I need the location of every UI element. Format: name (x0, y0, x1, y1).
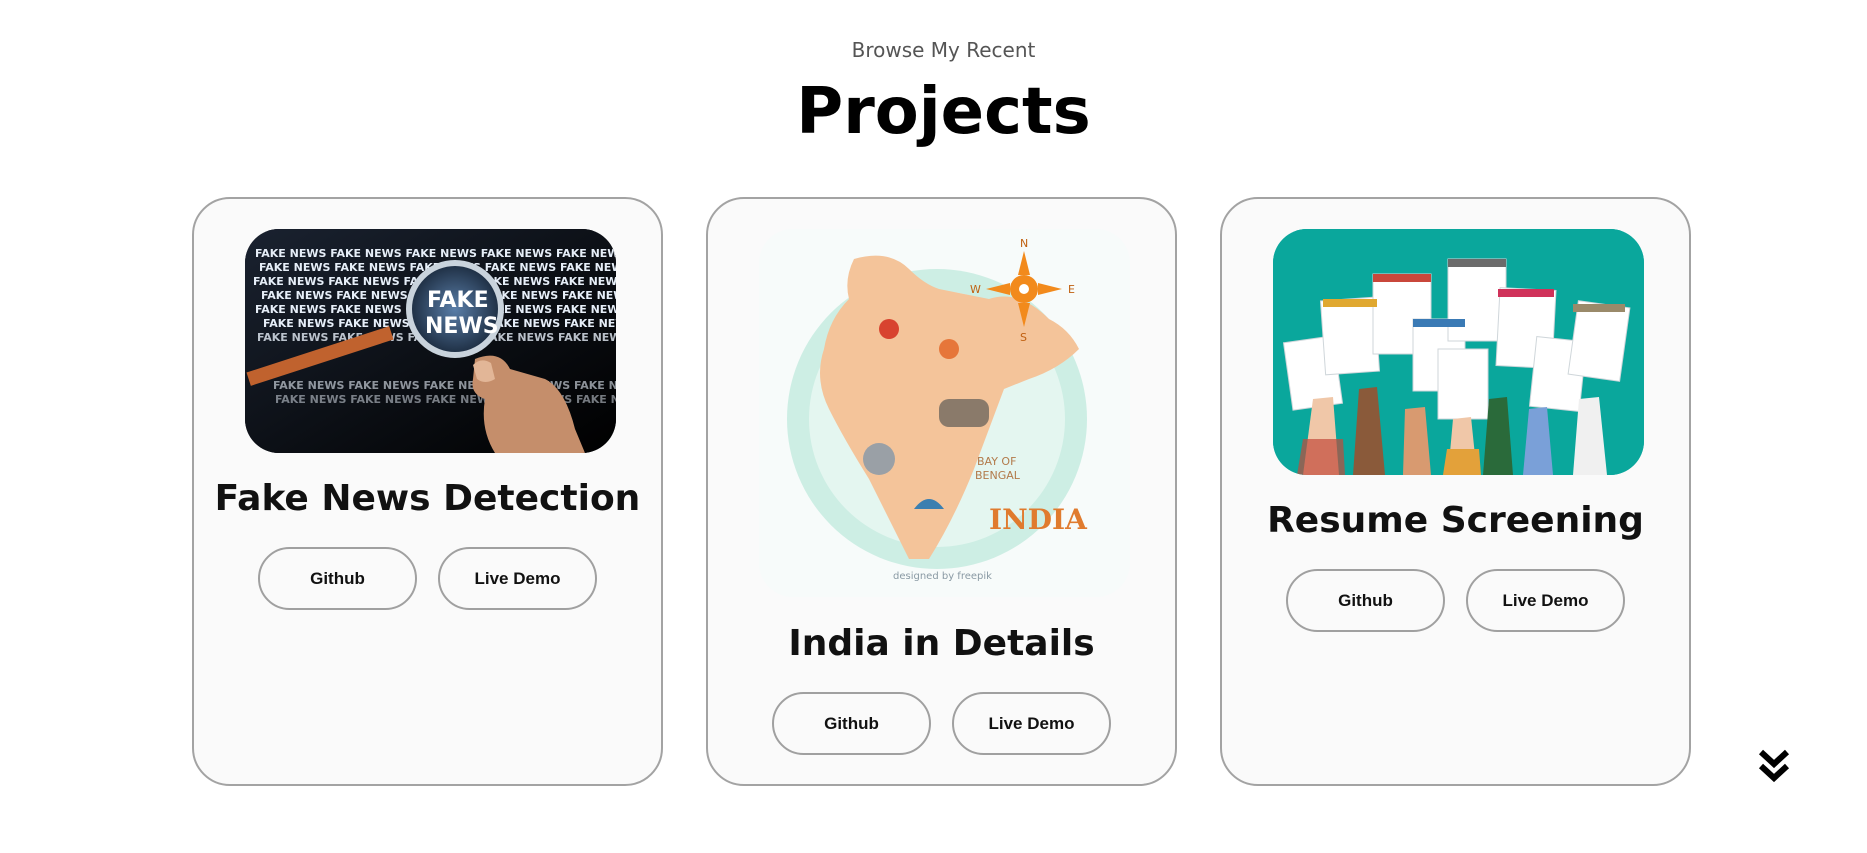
project-card-fake-news: FAKE NEWS FAKE NEWS FAKE NEWS FAKE NEWS … (192, 197, 663, 786)
svg-text:FAKE: FAKE (427, 288, 489, 313)
project-card-resume: Resume Screening Github Live Demo (1220, 197, 1691, 786)
svg-text:designed by freepik: designed by freepik (893, 571, 992, 582)
github-button[interactable]: Github (1286, 569, 1445, 632)
section-subtitle: Browse My Recent (851, 38, 1036, 62)
projects-section: Browse My Recent Projects FAKE NEWS FAKE… (0, 0, 1867, 853)
svg-text:BAY OF: BAY OF (977, 455, 1016, 468)
svg-text:FAKE NEWS FAKE NEWS FAKE NEWS: FAKE NEWS FAKE NEWS FAKE NEWS FAKE NEWS … (273, 379, 616, 392)
project-title: India in Details (788, 623, 1095, 664)
project-actions: Github Live Demo (1222, 569, 1689, 632)
github-button[interactable]: Github (258, 547, 417, 610)
project-title: Fake News Detection (214, 478, 641, 519)
project-card-india: N S W E BAY OF BENGAL INDIA designed by … (706, 197, 1177, 786)
live-demo-button[interactable]: Live Demo (952, 692, 1111, 755)
svg-text:INDIA: INDIA (989, 503, 1088, 536)
project-actions: Github Live Demo (708, 692, 1175, 755)
svg-text:BENGAL: BENGAL (975, 469, 1021, 482)
svg-text:E: E (1068, 283, 1075, 296)
svg-text:W: W (970, 283, 981, 296)
fake-news-magnifier-image: FAKE NEWS FAKE NEWS FAKE NEWS FAKE NEWS … (245, 229, 616, 453)
hands-holding-resumes-image (1273, 229, 1644, 475)
project-title: Resume Screening (1267, 500, 1644, 541)
project-actions: Github Live Demo (194, 547, 661, 610)
double-chevron-down-icon[interactable] (1757, 748, 1791, 784)
section-title: Projects (796, 75, 1091, 149)
live-demo-button[interactable]: Live Demo (438, 547, 597, 610)
svg-text:N: N (1020, 237, 1028, 250)
github-button[interactable]: Github (772, 692, 931, 755)
svg-text:S: S (1020, 331, 1027, 344)
india-map-illustration: N S W E BAY OF BENGAL INDIA designed by … (759, 229, 1130, 597)
live-demo-button[interactable]: Live Demo (1466, 569, 1625, 632)
svg-text:FAKE NEWS FAKE NEWS FAKE NEWS: FAKE NEWS FAKE NEWS FAKE NEWS FAKE NEWS … (255, 247, 616, 260)
svg-text:NEWS: NEWS (425, 314, 499, 339)
